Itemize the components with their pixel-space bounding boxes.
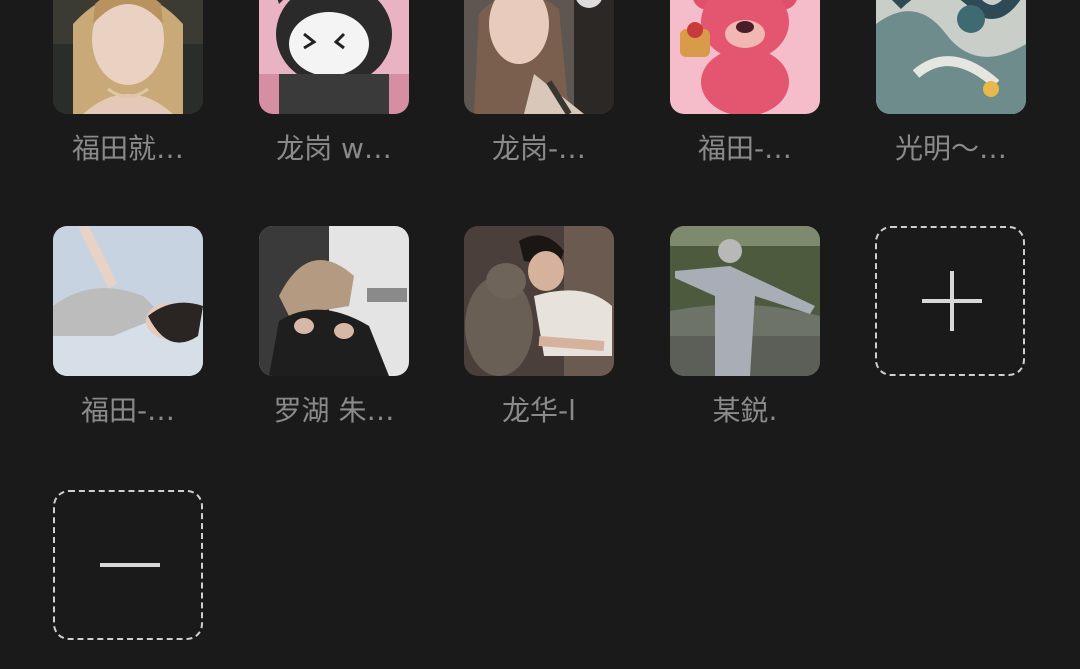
member-name: 福田-… bbox=[697, 132, 793, 165]
avatar-cartoon-kuromi-icon bbox=[259, 0, 409, 114]
member-name: 龙华-l bbox=[502, 394, 576, 427]
member-name: 光明～… bbox=[894, 132, 1007, 165]
member-avatar[interactable] bbox=[259, 226, 409, 376]
avatar-art-dragon-icon bbox=[876, 0, 1026, 114]
group-members-grid: 福田就… 龙岗 w… 龙岗-… 福田-… 光明～… 福田-… 罗湖 朱… 龙华-… bbox=[0, 0, 1080, 669]
member-name: 龙岗-… bbox=[491, 132, 587, 165]
avatar-photo-woman-blonde-icon bbox=[53, 0, 203, 114]
add-member-button[interactable] bbox=[875, 226, 1025, 376]
avatar-photo-woman-lying-icon bbox=[53, 226, 203, 376]
member-avatar[interactable] bbox=[53, 0, 203, 114]
avatar-photo-man-blond-icon bbox=[259, 226, 409, 376]
member-name: 某鋭. bbox=[712, 394, 778, 427]
member-name: 罗湖 朱… bbox=[273, 394, 395, 427]
member-avatar[interactable] bbox=[53, 226, 203, 376]
avatar-photo-man-cat-icon bbox=[464, 226, 614, 376]
avatar-photo-woman-icon bbox=[464, 0, 614, 114]
avatar-cartoon-lotso-bear-icon bbox=[670, 0, 820, 114]
member-name: 福田就… bbox=[71, 132, 184, 165]
member-avatar[interactable] bbox=[259, 0, 409, 114]
member-name: 福田-… bbox=[80, 394, 176, 427]
member-avatar[interactable] bbox=[670, 226, 820, 376]
member-avatar[interactable] bbox=[464, 0, 614, 114]
remove-member-button[interactable] bbox=[53, 490, 203, 640]
member-name: 龙岗 w… bbox=[276, 132, 392, 165]
member-avatar[interactable] bbox=[876, 0, 1026, 114]
avatar-photo-person-field-icon bbox=[670, 226, 820, 376]
member-avatar[interactable] bbox=[464, 226, 614, 376]
member-avatar[interactable] bbox=[670, 0, 820, 114]
minus-icon bbox=[100, 563, 160, 567]
plus-icon bbox=[922, 271, 982, 331]
